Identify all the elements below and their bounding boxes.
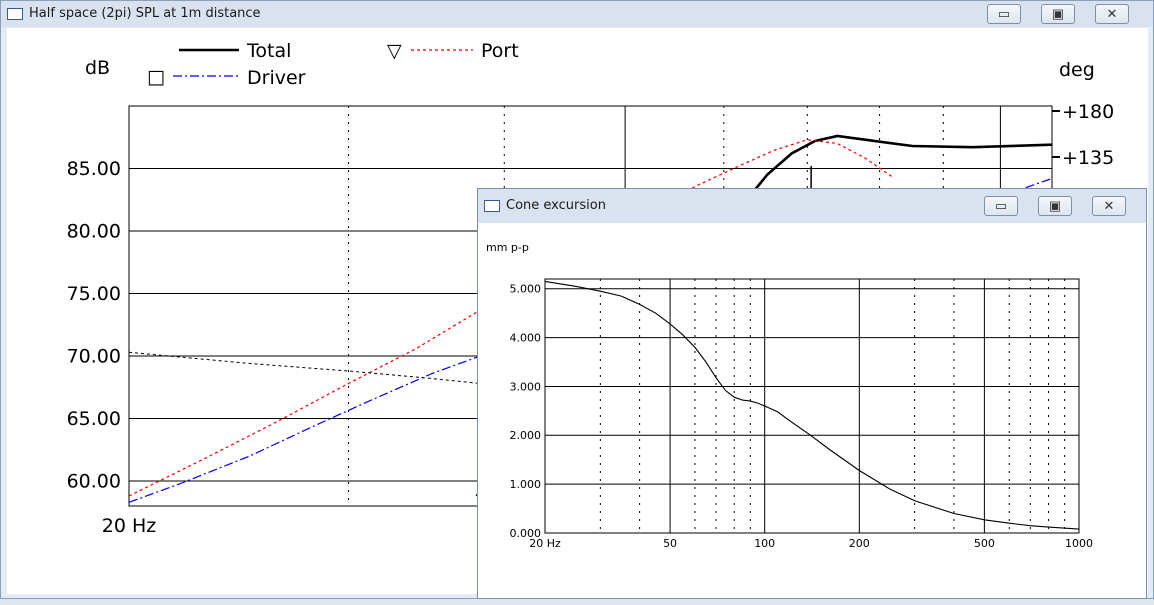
- x-tick-label: 1000: [1065, 537, 1093, 550]
- y-tick-label: 3.000: [510, 380, 542, 393]
- x-tick-label: 100: [754, 537, 775, 550]
- legend-label-port: Port: [481, 40, 519, 62]
- y-tick-label: 85.00: [67, 158, 121, 180]
- legend-label-driver: Driver: [247, 67, 306, 89]
- cone-window-client: 0.000 1.000 2.000 3.000 4.000 5.000 20 Hz 50 100…: [484, 225, 1140, 598]
- close-button[interactable]: ✕: [1095, 4, 1129, 24]
- cone-window-title: Cone excursion: [506, 198, 606, 213]
- x-tick-label: 20 Hz: [529, 537, 561, 550]
- legend-marker-driver: □: [147, 66, 165, 88]
- series-excursion: [544, 280, 1080, 530]
- y2-tick-label: +135: [1062, 147, 1114, 169]
- cone-window: Cone excursion ▭ ▣ ✕ 0.000 1.000 2.000 3.00…: [477, 188, 1147, 599]
- close-button[interactable]: ✕: [1092, 196, 1126, 216]
- y-tick-label: 65.00: [67, 408, 121, 430]
- spl-window-titlebar[interactable]: Half space (2pi) SPL at 1m distance ▭ ▣ …: [1, 1, 1153, 27]
- minimize-button[interactable]: ▭: [984, 196, 1018, 216]
- y-tick-label: 80.00: [67, 221, 121, 243]
- y-tick-label: 4.000: [510, 331, 542, 344]
- minimize-button[interactable]: ▭: [987, 4, 1021, 24]
- x-tick-label: 20 Hz: [102, 515, 157, 537]
- y-tick-label: 75.00: [67, 283, 121, 305]
- y-tick-label: 2.000: [510, 429, 542, 442]
- x-tick-label: 500: [974, 537, 995, 550]
- maximize-button[interactable]: ▣: [1041, 4, 1075, 24]
- y-tick-label: 60.00: [67, 471, 121, 493]
- y-tick-label: 70.00: [67, 346, 121, 368]
- y2-axis-label: deg: [1059, 59, 1095, 81]
- legend-marker-port: ▽: [387, 40, 402, 62]
- cone-chart: 0.0001.0002.0003.0004.0005.00020 Hz 50 100…: [486, 241, 1093, 550]
- plot-frame: [544, 278, 1080, 534]
- spl-window-title: Half space (2pi) SPL at 1m distance: [29, 6, 261, 21]
- y-axis-label: dB: [85, 57, 110, 79]
- legend-label-total: Total: [246, 40, 291, 62]
- maximize-button[interactable]: ▣: [1038, 196, 1072, 216]
- chart-window-icon: [484, 200, 500, 212]
- y-tick-label: 5.000: [510, 283, 542, 296]
- x-tick-label: 50: [663, 537, 677, 550]
- chart-window-icon: [7, 8, 23, 20]
- cone-window-titlebar[interactable]: Cone excursion ▭ ▣ ✕: [478, 189, 1146, 223]
- y-tick-label: 1.000: [510, 478, 542, 491]
- x-tick-label: 200: [849, 537, 870, 550]
- y2-tick-label: +180: [1062, 101, 1114, 123]
- y-axis-label: mm p-p: [486, 241, 529, 254]
